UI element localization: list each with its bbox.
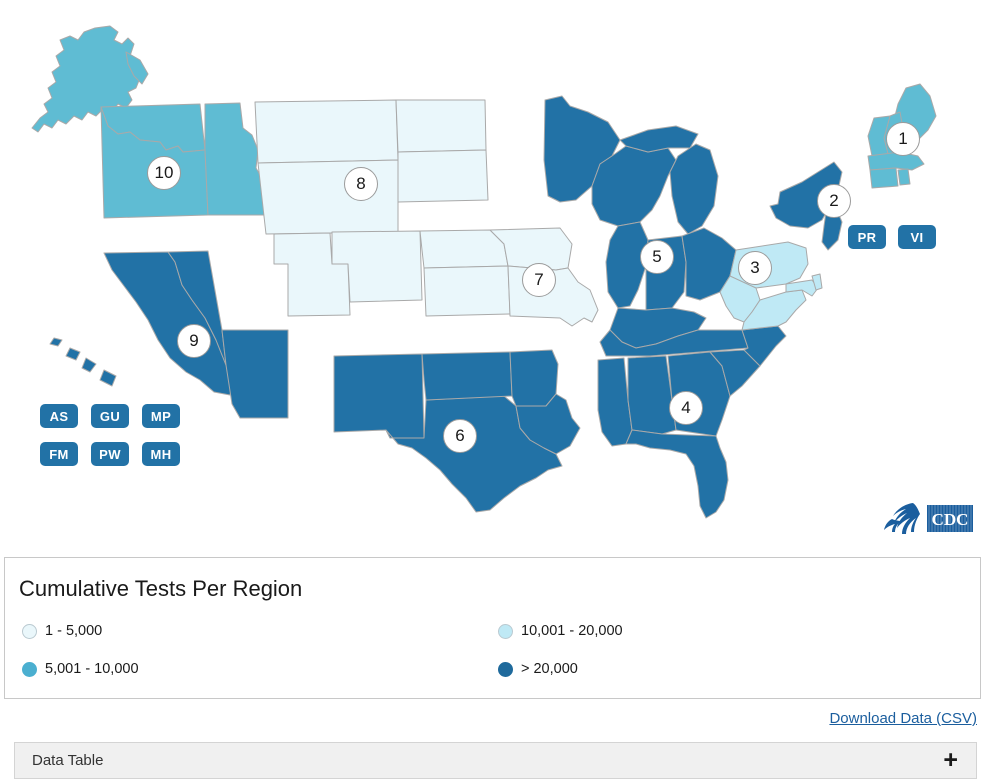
state-hawaii — [49, 337, 117, 387]
territory-badge-pw[interactable]: PW — [91, 442, 129, 466]
state-montana — [254, 99, 399, 164]
legend-item-label: 5,001 - 10,000 — [45, 661, 139, 677]
territory-badge-label: VI — [910, 229, 924, 245]
state-arizona — [221, 329, 289, 419]
territory-badge-label: PR — [857, 229, 877, 245]
state-kansas — [423, 265, 511, 317]
state-florida — [625, 429, 729, 519]
cdc-logo-text: CDC — [932, 510, 969, 529]
cdc-logo-icon: CDC — [927, 504, 973, 532]
region-marker-label: 1 — [898, 129, 908, 148]
download-csv-link[interactable]: Download Data (CSV) — [829, 710, 977, 727]
territory-badge-label: PW — [99, 446, 121, 462]
region-marker-label: 5 — [652, 247, 662, 266]
region-marker-label: 2 — [829, 191, 839, 210]
legend-item-label: 10,001 - 20,000 — [521, 623, 623, 639]
region-marker-label: 8 — [356, 174, 366, 193]
region-marker-4[interactable]: 4 — [669, 391, 703, 425]
state-mississippi — [597, 357, 633, 447]
state-michigan-lp — [669, 143, 719, 235]
state-wyoming — [257, 159, 399, 235]
legend-swatch-icon — [498, 661, 513, 677]
region-marker-8[interactable]: 8 — [344, 167, 378, 201]
state-connecticut — [869, 167, 899, 189]
data-table-accordion-header[interactable]: Data Table + — [14, 742, 977, 779]
region-marker-1[interactable]: 1 — [886, 122, 920, 156]
territory-badge-fm[interactable]: FM — [40, 442, 78, 466]
download-row: Download Data (CSV) — [0, 710, 977, 728]
state-arkansas — [509, 349, 559, 407]
region-marker-5[interactable]: 5 — [640, 240, 674, 274]
region-marker-label: 6 — [455, 426, 465, 445]
region-marker-label: 7 — [534, 270, 544, 289]
agency-logos: CDC — [883, 500, 973, 536]
data-table-label: Data Table — [32, 752, 104, 769]
territory-badge-mh[interactable]: MH — [142, 442, 180, 466]
state-nebraska — [419, 229, 509, 269]
choropleth-map[interactable]: 1 2 3 4 5 6 7 8 9 10 PR VI AS GU MP FM P… — [0, 0, 985, 546]
territory-badge-vi[interactable]: VI — [898, 225, 936, 249]
legend-item-1-5000[interactable]: 1 - 5,000 — [22, 623, 102, 639]
territory-badge-label: MP — [150, 408, 172, 424]
region-marker-3[interactable]: 3 — [738, 251, 772, 285]
territory-badge-label: AS — [49, 408, 69, 424]
region-marker-6[interactable]: 6 — [443, 419, 477, 453]
region-marker-label: 9 — [189, 331, 199, 350]
region-marker-label: 10 — [154, 163, 174, 182]
plus-icon[interactable]: + — [943, 748, 958, 773]
legend-swatch-icon — [22, 623, 37, 639]
legend-panel: Cumulative Tests Per Region 1 - 5,000 10… — [4, 557, 981, 699]
state-north-dakota — [395, 99, 487, 153]
territory-badge-label: MH — [150, 446, 172, 462]
region-marker-label: 3 — [750, 258, 760, 277]
region-marker-9[interactable]: 9 — [177, 324, 211, 358]
territory-badge-gu[interactable]: GU — [91, 404, 129, 428]
legend-swatch-icon — [22, 661, 37, 677]
territory-badge-label: FM — [49, 446, 69, 462]
region-marker-7[interactable]: 7 — [522, 263, 556, 297]
territory-badge-label: GU — [99, 408, 121, 424]
territory-badge-as[interactable]: AS — [40, 404, 78, 428]
state-south-dakota — [397, 149, 489, 203]
legend-item-label: > 20,000 — [521, 661, 578, 677]
legend-title: Cumulative Tests Per Region — [19, 576, 303, 601]
legend-item-label: 1 - 5,000 — [45, 623, 103, 639]
legend-item-10001-20000[interactable]: 10,001 - 20,000 — [498, 623, 623, 639]
legend-item-over-20000[interactable]: > 20,000 — [498, 661, 578, 677]
legend-item-5001-10000[interactable]: 5,001 - 10,000 — [22, 661, 139, 677]
state-new-mexico — [333, 353, 425, 439]
territory-badge-pr[interactable]: PR — [848, 225, 886, 249]
legend-swatch-icon — [498, 623, 513, 639]
state-rhode-island — [897, 168, 911, 186]
region-marker-2[interactable]: 2 — [817, 184, 851, 218]
region-marker-10[interactable]: 10 — [147, 156, 181, 190]
hhs-region-map-page: 1 2 3 4 5 6 7 8 9 10 PR VI AS GU MP FM P… — [0, 0, 985, 779]
hhs-eagle-icon — [884, 503, 920, 534]
state-oklahoma — [421, 351, 513, 401]
territory-badge-mp[interactable]: MP — [142, 404, 180, 428]
region-marker-label: 4 — [681, 398, 691, 417]
